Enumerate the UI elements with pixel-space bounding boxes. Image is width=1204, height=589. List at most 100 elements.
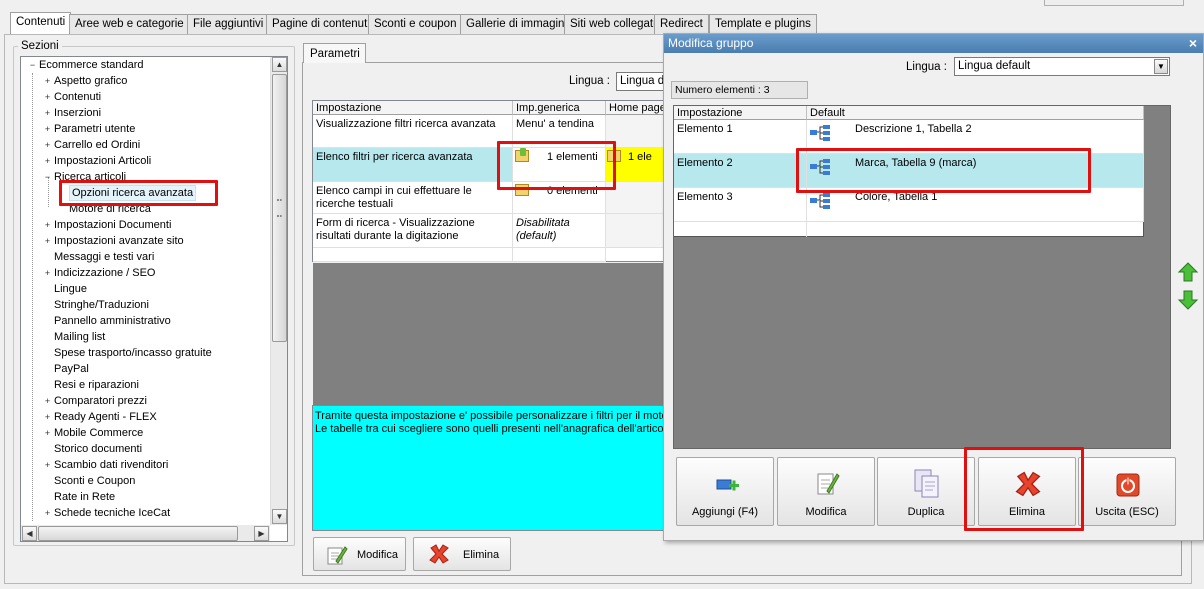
tree-item[interactable]: Mailing list — [21, 329, 271, 345]
tree-horizontal-scrollbar[interactable]: ◀ ▶ — [21, 525, 270, 541]
grid-cell-setting[interactable]: Visualizzazione filtri ricerca avanzata — [313, 115, 513, 148]
tree-item-label: Ecommerce standard — [39, 59, 144, 71]
dialog-titlebar[interactable]: Modifica gruppo × — [664, 34, 1203, 53]
grid-header-impostazione[interactable]: Impostazione — [313, 101, 513, 115]
scroll-up-button[interactable]: ▲ — [272, 57, 287, 72]
tree-item[interactable]: Spese trasporto/incasso gratuite — [21, 345, 271, 361]
tab-siti-collegati[interactable]: Siti web collegati — [564, 14, 662, 35]
expand-icon[interactable]: + — [43, 125, 52, 134]
dialog-row-empty[interactable] — [674, 222, 807, 237]
dialog-row-name[interactable]: Elemento 1 — [674, 120, 807, 154]
scroll-left-button[interactable]: ◀ — [22, 526, 37, 541]
elimina-button[interactable]: Elimina — [413, 537, 511, 571]
tab-redirect[interactable]: Redirect — [654, 14, 709, 35]
dialog-modifica-button[interactable]: Modifica — [777, 457, 875, 526]
uscita-button[interactable]: Uscita (ESC) — [1078, 457, 1176, 526]
scroll-right-button[interactable]: ▶ — [254, 526, 269, 541]
tree-item[interactable]: − Ecommerce standard — [21, 57, 271, 73]
tree-item[interactable]: + Comparatori prezzi — [21, 393, 271, 409]
expand-icon[interactable]: + — [43, 269, 52, 278]
tree-item-label: Ready Agenti - FLEX — [54, 411, 157, 423]
tree-item[interactable]: PayPal — [21, 361, 271, 377]
tree-item[interactable]: + Schede tecniche IceCat — [21, 505, 271, 521]
grid-cell-empty[interactable] — [513, 248, 606, 262]
tab-gallerie[interactable]: Gallerie di immagini — [460, 14, 573, 35]
tree-item[interactable]: Sconti e Coupon — [21, 473, 271, 489]
tree-item[interactable]: + Mobile Commerce — [21, 425, 271, 441]
tab-contenuti[interactable]: Contenuti — [10, 12, 72, 36]
scroll-down-button[interactable]: ▼ — [272, 509, 287, 524]
tree-item[interactable]: Resi e riparazioni — [21, 377, 271, 393]
tree-item-label: Impostazioni avanzate sito — [54, 235, 184, 247]
collapse-icon[interactable]: − — [43, 173, 52, 182]
tree-item[interactable]: + Scambio dati rivenditori — [21, 457, 271, 473]
tree-item[interactable]: Stringhe/Traduzioni — [21, 297, 271, 313]
tab-pagine-contenuti[interactable]: Pagine di contenuti — [266, 14, 376, 35]
move-up-arrow-icon[interactable] — [1177, 261, 1199, 283]
tab-parametri[interactable]: Parametri — [303, 43, 366, 63]
grid-header-impgenerica[interactable]: Imp.generica — [513, 101, 606, 115]
duplica-button[interactable]: Duplica — [877, 457, 975, 526]
tree-item-label: Contenuti — [54, 91, 102, 103]
add-icon — [716, 479, 739, 491]
move-down-arrow-icon[interactable] — [1177, 289, 1199, 311]
tree-item-label: PayPal — [54, 363, 89, 375]
close-icon[interactable]: × — [1189, 34, 1197, 53]
tree-item[interactable]: + Impostazioni Documenti — [21, 217, 271, 233]
description-line: Tramite questa impostazione e' possibile… — [315, 410, 678, 422]
dialog-header-impostazione[interactable]: Impostazione — [674, 106, 807, 120]
expand-icon[interactable]: + — [43, 77, 52, 86]
top-toolbar-button[interactable] — [1044, 0, 1184, 6]
grid-cell-value[interactable]: Disabilitata (default) — [513, 214, 606, 248]
expand-icon[interactable]: + — [43, 237, 52, 246]
scroll-thumb[interactable] — [272, 74, 287, 342]
dialog-row-name-selected[interactable]: Elemento 2 — [674, 154, 807, 188]
expand-icon[interactable]: + — [43, 509, 52, 518]
tree-item[interactable]: + Impostazioni avanzate sito — [21, 233, 271, 249]
tree-vertical-scrollbar[interactable]: ▲ ▼ — [270, 57, 287, 525]
expand-icon[interactable]: + — [43, 461, 52, 470]
tree-item[interactable]: Pannello amministrativo — [21, 313, 271, 329]
expand-icon[interactable]: + — [43, 93, 52, 102]
tree-item[interactable]: + Indicizzazione / SEO — [21, 265, 271, 281]
tree-item-label: Resi e riparazioni — [54, 379, 139, 391]
expand-icon[interactable]: + — [43, 429, 52, 438]
expand-icon[interactable]: + — [43, 413, 52, 422]
aggiungi-button[interactable]: Aggiungi (F4) — [676, 457, 774, 526]
tree-item-label: Pannello amministrativo — [54, 315, 171, 327]
expand-icon[interactable]: + — [43, 397, 52, 406]
tree-item[interactable]: Messaggi e testi vari — [21, 249, 271, 265]
dialog-header-default[interactable]: Default — [807, 106, 1144, 120]
tree-item[interactable]: + Inserzioni — [21, 105, 271, 121]
tree-item[interactable]: + Carrello ed Ordini — [21, 137, 271, 153]
dialog-lingua-select[interactable]: Lingua default ▼ — [954, 57, 1170, 76]
tree-item[interactable]: + Impostazioni Articoli — [21, 153, 271, 169]
tab-template-plugins[interactable]: Template e plugins — [709, 14, 817, 35]
hscroll-thumb[interactable] — [38, 526, 238, 541]
expand-icon[interactable]: + — [43, 109, 52, 118]
collapse-icon[interactable]: − — [28, 61, 37, 70]
tree-item[interactable]: + Aspetto grafico — [21, 73, 271, 89]
expand-icon[interactable]: + — [43, 157, 52, 166]
grid-cell-setting[interactable]: Elenco campi in cui effettuare le ricerc… — [313, 182, 513, 214]
tree-item-label: Mailing list — [54, 331, 106, 343]
scroll-grip-icon — [277, 199, 282, 217]
tree-item[interactable]: + Ready Agenti - FLEX — [21, 409, 271, 425]
tab-aree-web[interactable]: Aree web e categorie — [69, 14, 190, 35]
tab-sconti-coupon[interactable]: Sconti e coupon — [368, 14, 463, 35]
tree-item[interactable]: Storico documenti — [21, 441, 271, 457]
tab-file-aggiuntivi[interactable]: File aggiuntivi — [187, 14, 270, 35]
tree-item[interactable]: Rate in Rete — [21, 489, 271, 505]
dialog-row-value[interactable]: Colore, Tabella 1 — [807, 188, 1144, 222]
tree-item[interactable]: Lingue — [21, 281, 271, 297]
expand-icon[interactable]: + — [43, 221, 52, 230]
dialog-row-name[interactable]: Elemento 3 — [674, 188, 807, 222]
expand-icon[interactable]: + — [43, 141, 52, 150]
modifica-button[interactable]: Modifica — [313, 537, 406, 571]
grid-cell-setting[interactable]: Form di ricerca - Visualizzazione risult… — [313, 214, 513, 248]
grid-cell-empty[interactable] — [313, 248, 513, 262]
grid-cell-setting-selected[interactable]: Elenco filtri per ricerca avanzata — [313, 148, 513, 182]
tree-item[interactable]: + Parametri utente — [21, 121, 271, 137]
chevron-down-icon[interactable]: ▼ — [1154, 59, 1168, 74]
tree-item[interactable]: + Contenuti — [21, 89, 271, 105]
